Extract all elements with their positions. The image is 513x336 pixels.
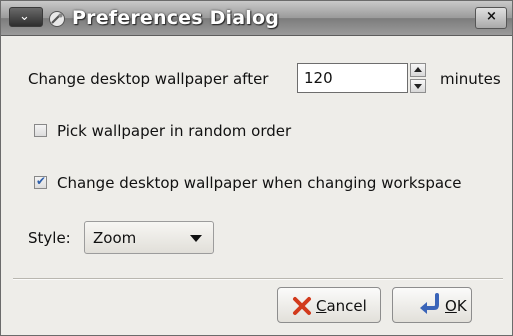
dropdown-arrow-icon bbox=[190, 235, 202, 242]
ok-arrow-icon bbox=[420, 293, 439, 314]
style-selected-value: Zoom bbox=[93, 229, 137, 247]
ok-label: OK bbox=[445, 297, 467, 315]
ok-button[interactable]: OK bbox=[392, 287, 472, 323]
interval-unit-label: minutes bbox=[440, 70, 501, 88]
decrement-button[interactable] bbox=[410, 79, 426, 93]
interval-label: Change desktop wallpaper after bbox=[28, 70, 269, 88]
title-bar[interactable]: ⌄ Preferences Dialog × bbox=[1, 1, 512, 36]
close-button[interactable]: × bbox=[475, 7, 507, 29]
window-menu-button[interactable]: ⌄ bbox=[9, 7, 43, 27]
window-title: Preferences Dialog bbox=[72, 7, 280, 29]
arrow-up-icon bbox=[414, 67, 422, 72]
interval-input[interactable] bbox=[297, 63, 408, 93]
close-icon: × bbox=[486, 9, 497, 24]
style-label: Style: bbox=[28, 229, 71, 247]
random-order-checkbox[interactable] bbox=[34, 124, 47, 137]
cancel-button[interactable]: Cancel bbox=[277, 287, 381, 323]
checkmark-icon: ✔ bbox=[36, 174, 47, 188]
cancel-icon bbox=[293, 297, 311, 315]
style-combobox[interactable]: Zoom bbox=[84, 221, 214, 254]
cancel-label: Cancel bbox=[316, 297, 367, 315]
interval-spinbutton[interactable] bbox=[297, 63, 431, 93]
separator bbox=[13, 278, 503, 280]
preferences-dialog: ⌄ Preferences Dialog × Change desktop wa… bbox=[0, 0, 513, 336]
workspace-change-checkbox[interactable]: ✔ bbox=[34, 174, 47, 189]
arrow-down-icon bbox=[414, 84, 422, 89]
preferences-app-icon bbox=[49, 11, 65, 27]
random-order-label[interactable]: Pick wallpaper in random order bbox=[57, 122, 291, 140]
increment-button[interactable] bbox=[410, 63, 426, 77]
chevron-down-icon: ⌄ bbox=[19, 9, 30, 24]
workspace-change-label[interactable]: Change desktop wallpaper when changing w… bbox=[57, 174, 462, 192]
